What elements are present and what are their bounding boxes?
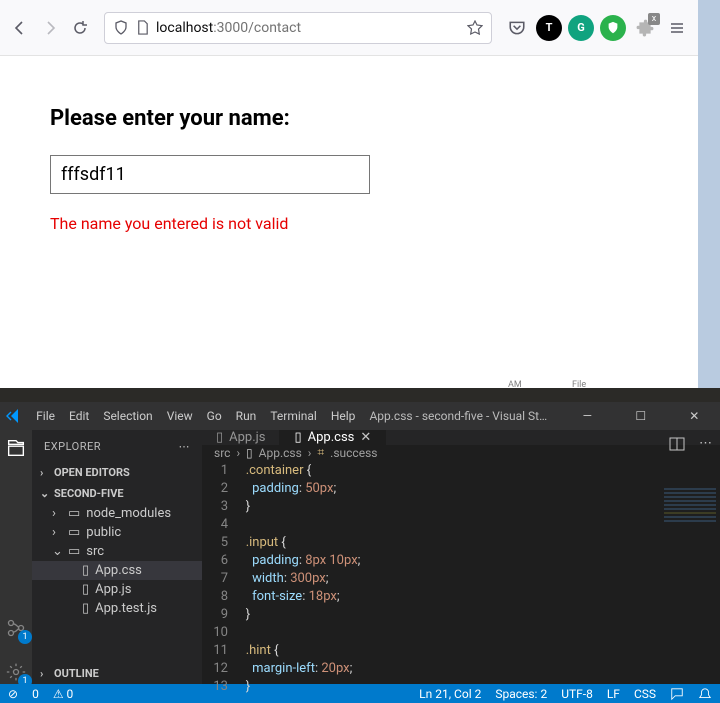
extension-g-icon[interactable]: G [568, 15, 594, 41]
activity-explorer-icon[interactable] [4, 436, 28, 460]
status-warnings[interactable]: ⚠ 0 [53, 687, 73, 701]
menu-terminal[interactable]: Terminal [270, 409, 317, 423]
vscode-logo-icon [6, 407, 22, 425]
page-icon [135, 20, 150, 35]
puzzle-disabled-badge: x [648, 13, 660, 25]
right-desktop-fill [698, 0, 720, 388]
minimap[interactable] [660, 486, 720, 684]
activity-search-icon[interactable] [4, 572, 28, 596]
window-title: App.css - second-five - Visual Studio ..… [369, 409, 553, 423]
explorer-sidebar: EXPLORER ⋯ ›OPEN EDITORS ⌄SECOND-FIVE ›▭… [32, 430, 202, 684]
explorer-title: EXPLORER [44, 440, 101, 453]
tree-file-app-js[interactable]: ▯App.js [32, 580, 202, 599]
menu-file[interactable]: File [36, 409, 55, 423]
section-workspace[interactable]: ⌄SECOND-FIVE [32, 483, 202, 504]
tab-app-css[interactable]: ▯App.css✕ [280, 430, 386, 445]
browser-window: localhost:3000/contact T G x Please ente… [0, 0, 698, 388]
line-gutter: 1 2 3 4 5 6 7 8 9 10 11 12 13 [202, 460, 236, 698]
file-icon: ▯ [216, 430, 223, 445]
bg-label-file: File [572, 380, 586, 390]
source-code[interactable]: .container { padding: 50px; } .input { p… [236, 460, 360, 698]
explorer-more-icon[interactable]: ⋯ [179, 440, 191, 453]
editor-tabs: ▯App.js ▯App.css✕ [202, 430, 720, 445]
url-host: localhost [156, 20, 213, 36]
file-icon: ▯ [246, 446, 253, 460]
status-remote-icon[interactable]: ⊘ [8, 687, 18, 701]
menu-view[interactable]: View [167, 409, 193, 423]
extension-t-icon[interactable]: T [536, 15, 562, 41]
status-errors[interactable]: 0 [32, 687, 39, 701]
code-editor[interactable]: 1 2 3 4 5 6 7 8 9 10 11 12 13 .container… [202, 460, 720, 698]
bookmark-star-icon[interactable] [467, 20, 483, 36]
url-bar[interactable]: localhost:3000/contact [104, 12, 492, 44]
menu-help[interactable]: Help [331, 409, 356, 423]
activity-scm-icon[interactable]: 1 [4, 616, 28, 640]
url-text: localhost:3000/contact [156, 20, 301, 36]
app-menu-icon[interactable] [664, 15, 690, 41]
name-input[interactable] [50, 155, 370, 194]
background-window-strip: AM File [0, 388, 720, 402]
tree-node-modules[interactable]: ›▭node_modules [32, 504, 202, 523]
back-button[interactable] [8, 16, 32, 40]
symbol-icon: ⌗ [317, 445, 324, 460]
vscode-titlebar: File Edit Selection View Go Run Terminal… [0, 402, 720, 430]
page-content: Please enter your name: The name you ent… [0, 56, 698, 283]
file-icon: ▯ [82, 582, 89, 597]
tree-src[interactable]: ⌄▭src [32, 542, 202, 561]
pocket-icon[interactable] [504, 15, 530, 41]
shield-icon [113, 20, 129, 36]
editor-more-icon[interactable]: ⋯ [699, 436, 712, 452]
editor-group: ▯App.js ▯App.css✕ ⋯ src› ▯App.css› ⌗.suc… [202, 430, 720, 684]
scm-badge: 1 [18, 630, 32, 644]
settings-badge: 1 [18, 674, 32, 688]
section-open-editors[interactable]: ›OPEN EDITORS [32, 462, 202, 483]
forward-button[interactable] [38, 16, 62, 40]
vscode-window: File Edit Selection View Go Run Terminal… [0, 402, 720, 703]
tree-file-app-css[interactable]: ▯App.css [32, 561, 202, 580]
file-icon: ▯ [82, 601, 89, 616]
bg-label-am: AM [508, 380, 522, 390]
tab-app-js[interactable]: ▯App.js [202, 430, 280, 445]
menu-go[interactable]: Go [207, 409, 222, 423]
page-heading: Please enter your name: [50, 106, 648, 131]
folder-icon: ▭ [68, 506, 80, 521]
breadcrumb[interactable]: src› ▯App.css› ⌗.success [202, 445, 720, 460]
extension-puzzle-icon[interactable]: x [632, 15, 658, 41]
url-rest: :3000/contact [213, 20, 301, 36]
file-icon: ▯ [82, 563, 89, 578]
window-close[interactable]: ✕ [675, 409, 714, 423]
menu-run[interactable]: Run [236, 409, 257, 423]
tab-close-icon[interactable]: ✕ [360, 430, 371, 445]
folder-icon: ▭ [68, 544, 80, 559]
menu-edit[interactable]: Edit [69, 409, 89, 423]
extension-shield-icon[interactable] [600, 15, 626, 41]
section-outline[interactable]: ›OUTLINE [32, 663, 202, 684]
folder-icon: ▭ [68, 525, 80, 540]
window-minimize[interactable]: — [568, 409, 607, 423]
tree-file-app-test-js[interactable]: ▯App.test.js [32, 599, 202, 618]
tree-public[interactable]: ›▭public [32, 523, 202, 542]
file-icon: ▯ [294, 430, 301, 445]
activity-bar: 1 1 [0, 430, 32, 684]
browser-toolbar: localhost:3000/contact T G x [0, 0, 698, 56]
window-maximize[interactable]: ☐ [621, 409, 660, 423]
activity-settings-icon[interactable]: 1 [4, 660, 28, 684]
menu-selection[interactable]: Selection [103, 409, 152, 423]
reload-button[interactable] [68, 16, 92, 40]
validation-hint: The name you entered is not valid [50, 214, 648, 233]
split-editor-icon[interactable] [669, 436, 685, 452]
